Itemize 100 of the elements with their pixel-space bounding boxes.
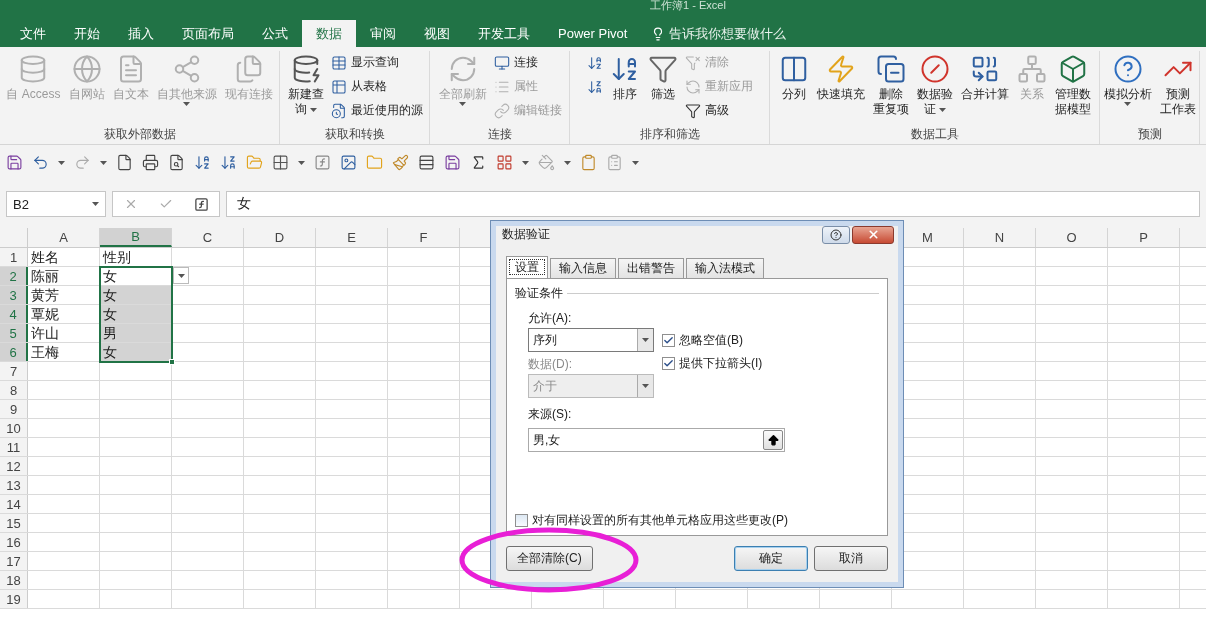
print-preview-icon	[168, 154, 185, 171]
ribbon-button[interactable]: 筛选	[644, 51, 681, 102]
new-document-icon	[116, 154, 133, 171]
name-box[interactable]: B2	[6, 191, 106, 217]
ribbon-tab[interactable]: Power Pivot	[544, 20, 642, 47]
dialog-button[interactable]: 确定	[734, 545, 808, 571]
function-icon	[314, 154, 331, 171]
ribbon-tab[interactable]: 数据	[302, 20, 356, 47]
ribbon-tab[interactable]: 视图	[410, 20, 464, 47]
save-as-icon	[444, 154, 461, 171]
ribbon-button[interactable]: 显示查询	[328, 51, 425, 74]
folder-icon	[246, 154, 263, 171]
ribbon-tab[interactable]: 开始	[60, 20, 114, 47]
row-header[interactable]: 4	[0, 305, 28, 323]
collapse-button[interactable]	[763, 430, 783, 450]
function-icon[interactable]	[193, 196, 209, 212]
format-painter-icon	[392, 154, 409, 171]
row-header[interactable]: 1	[0, 248, 28, 266]
ribbon-button[interactable]: 合并计算	[957, 51, 1012, 102]
row-header[interactable]: 5	[0, 324, 28, 342]
formula-field[interactable]: 女	[226, 191, 1200, 217]
field-label: 数据(D):	[528, 356, 573, 373]
save-icon	[6, 154, 23, 171]
monitor-icon	[493, 54, 510, 71]
row-header[interactable]: 6	[0, 343, 28, 361]
ribbon-button[interactable]: 最近使用的源	[328, 99, 425, 122]
globe-icon	[71, 54, 102, 84]
ribbon-button[interactable]: 删除 重复项	[869, 51, 912, 117]
caret-icon	[58, 160, 65, 165]
checkbox[interactable]: 忽略空值(B)	[662, 332, 763, 349]
dialog-button[interactable]: 取消	[814, 545, 888, 571]
dialog-tab[interactable]: 设置	[506, 256, 548, 278]
ribbon-button[interactable]: 管理数 据模型	[1051, 51, 1094, 117]
row-header[interactable]: 16	[0, 533, 28, 551]
ribbon-button[interactable]: 从表格	[328, 75, 425, 98]
row-header[interactable]: 15	[0, 514, 28, 532]
row-header[interactable]: 14	[0, 495, 28, 513]
check-icon[interactable]	[158, 197, 173, 211]
checkbox[interactable]: 提供下拉箭头(I)	[662, 355, 763, 372]
ribbon-tab[interactable]: 插入	[114, 20, 168, 47]
field-label: 允许(A):	[528, 310, 573, 327]
group-label: 获取外部数据	[102, 126, 177, 143]
source-field[interactable]: 男,女	[528, 428, 785, 452]
group-label: 获取和转换	[323, 126, 386, 143]
cell-dropdown-button[interactable]	[173, 267, 189, 284]
ribbon-button[interactable]: 分列	[775, 51, 812, 102]
dialog-title: 数据验证	[502, 226, 550, 243]
caret-icon	[642, 384, 649, 388]
dialog-button[interactable]: 全部清除(C)	[506, 545, 593, 571]
row-header[interactable]: 18	[0, 571, 28, 589]
row-header[interactable]: 9	[0, 400, 28, 418]
tell-me-search[interactable]: 告诉我你想要做什么	[641, 20, 797, 47]
sort-descending-icon	[586, 78, 603, 95]
ribbon-button[interactable]: 高级	[682, 99, 755, 122]
ribbon-button[interactable]: 模拟分析	[1100, 51, 1155, 106]
row-header[interactable]: 3	[0, 286, 28, 304]
dialog-tab[interactable]: 输入信息	[550, 258, 616, 278]
ribbon-button[interactable]: 连接	[491, 51, 564, 74]
allow-dropdown[interactable]: 序列	[528, 328, 654, 352]
document-clock-icon	[330, 102, 347, 119]
table-cell: 女	[100, 286, 171, 304]
group-label: 预测	[1136, 126, 1163, 143]
ribbon-tab[interactable]: 页面布局	[168, 20, 248, 47]
row-header[interactable]: 19	[0, 590, 28, 608]
ribbon-tab[interactable]: 公式	[248, 20, 302, 47]
caret-icon	[564, 160, 571, 165]
row-header[interactable]: 2	[0, 267, 28, 285]
row-header[interactable]: 10	[0, 419, 28, 437]
ribbon-tab[interactable]: 开发工具	[464, 20, 544, 47]
close-icon	[866, 228, 880, 241]
folder-icon	[366, 154, 383, 171]
row-header[interactable]: 13	[0, 476, 28, 494]
row-header[interactable]: 12	[0, 457, 28, 475]
row-header[interactable]: 7	[0, 362, 28, 380]
ribbon-button[interactable]: 数据验 证	[913, 51, 956, 117]
table-cell: 女	[100, 343, 171, 361]
ribbon-button[interactable]: 排序	[606, 51, 643, 102]
column-header[interactable]: B	[100, 228, 172, 247]
ribbon-tab[interactable]: 审阅	[356, 20, 410, 47]
fill-icon	[538, 154, 555, 171]
close-button[interactable]	[852, 225, 894, 244]
row-header[interactable]: 8	[0, 381, 28, 399]
network-icon	[1016, 54, 1047, 84]
ribbon-tab[interactable]: 文件	[6, 20, 60, 47]
arrow-up-icon	[766, 433, 780, 447]
row-header[interactable]: 17	[0, 552, 28, 570]
help-icon	[830, 228, 842, 241]
help-button[interactable]	[822, 225, 850, 244]
question-icon	[1112, 54, 1143, 84]
row-header[interactable]: 11	[0, 438, 28, 456]
ribbon-button[interactable]: 新建查 询	[284, 51, 327, 117]
dialog-tab[interactable]: 出错警告	[618, 258, 684, 278]
ribbon-button[interactable]: 快速填充	[813, 51, 868, 102]
dialog-tab[interactable]: 输入法模式	[686, 258, 764, 278]
ribbon-button[interactable]: 预测 工作表	[1156, 51, 1199, 117]
checkbox[interactable]: 对有同样设置的所有其他单元格应用这些更改(P)	[515, 512, 879, 529]
caret-icon	[92, 202, 99, 206]
customize-toolbar-icon[interactable]	[632, 160, 639, 165]
table-icon	[330, 78, 347, 95]
check-icon	[663, 335, 674, 346]
